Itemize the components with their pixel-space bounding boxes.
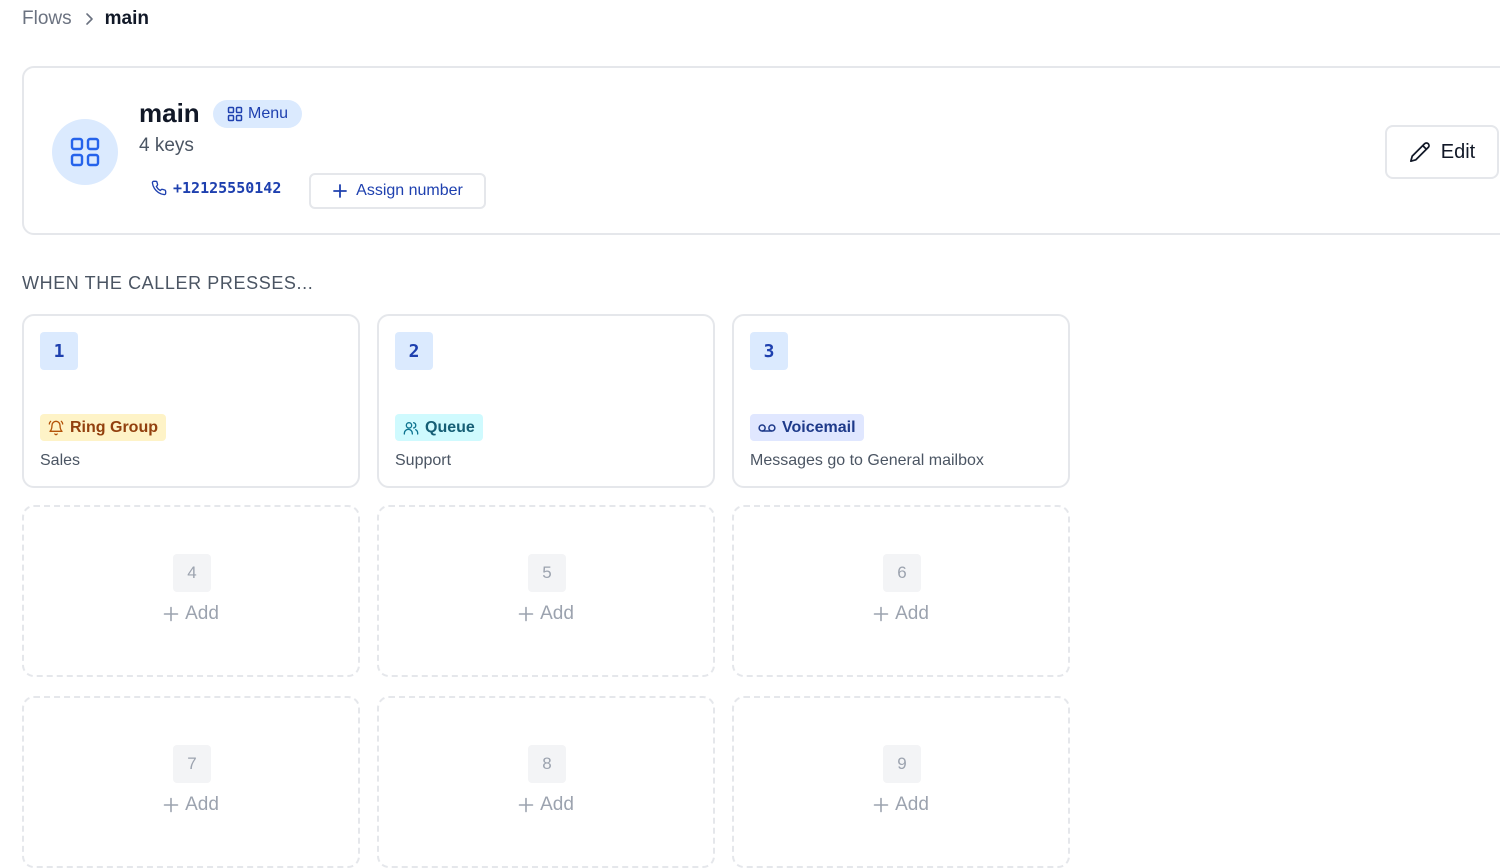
- flow-title: main: [139, 98, 200, 128]
- breadcrumb: Flows main: [22, 7, 149, 31]
- key-card-1[interactable]: 1 Ring Group Sales: [22, 314, 360, 488]
- empty-key-card-7[interactable]: 7 Add: [22, 696, 360, 868]
- destination-label: Support: [395, 452, 452, 469]
- plus-icon: [518, 797, 534, 813]
- plus-icon: [163, 797, 179, 813]
- add-key-button[interactable]: Add: [379, 794, 713, 816]
- add-label: Add: [540, 794, 574, 815]
- flow-type-badge: Menu: [213, 100, 303, 128]
- key-number: 2: [395, 332, 433, 370]
- empty-key-card-8[interactable]: 8 Add: [377, 696, 715, 868]
- breadcrumb-flows-link[interactable]: Flows: [22, 8, 72, 30]
- destination-type: Voicemail: [782, 418, 856, 436]
- phone-number-link[interactable]: +12125550142: [151, 179, 281, 197]
- key-card-3[interactable]: 3 Voicemail Messages go to General mailb…: [732, 314, 1070, 488]
- plus-icon: [518, 606, 534, 622]
- empty-key-card-6[interactable]: 6 Add: [732, 505, 1070, 677]
- destination-type: Queue: [425, 418, 475, 436]
- bell-icon: [48, 420, 64, 436]
- add-label: Add: [185, 794, 219, 815]
- add-key-button[interactable]: Add: [734, 794, 1068, 816]
- assign-number-button[interactable]: Assign number: [309, 173, 486, 209]
- add-label: Add: [185, 603, 219, 624]
- empty-key-card-5[interactable]: 5 Add: [377, 505, 715, 677]
- plus-icon: [332, 183, 348, 199]
- key-number: 8: [528, 745, 566, 783]
- key-number: 1: [40, 332, 78, 370]
- assign-number-label: Assign number: [356, 182, 463, 199]
- plus-icon: [873, 606, 889, 622]
- chevron-right-icon: [84, 12, 94, 26]
- add-key-button[interactable]: Add: [24, 603, 358, 625]
- breadcrumb-current: main: [104, 8, 149, 29]
- empty-key-card-4[interactable]: 4 Add: [22, 505, 360, 677]
- destination-type: Ring Group: [70, 418, 158, 436]
- voicemail-icon: [758, 422, 776, 434]
- add-label: Add: [895, 794, 929, 815]
- grid-icon: [227, 106, 243, 122]
- key-number: 7: [173, 745, 211, 783]
- plus-icon: [873, 797, 889, 813]
- grid-icon: [70, 137, 100, 167]
- add-label: Add: [895, 603, 929, 624]
- edit-label: Edit: [1440, 140, 1476, 163]
- key-card-2[interactable]: 2 Queue Support: [377, 314, 715, 488]
- key-number: 6: [883, 554, 921, 592]
- add-key-button[interactable]: Add: [24, 794, 358, 816]
- key-number: 4: [173, 554, 211, 592]
- destination-badge: Voicemail: [750, 414, 864, 441]
- add-key-button[interactable]: Add: [379, 603, 713, 625]
- flow-header-card: main Menu 4 keys +12125550142 Assign num…: [22, 66, 1500, 235]
- key-number: 5: [528, 554, 566, 592]
- section-heading: WHEN THE CALLER PRESSES...: [22, 273, 314, 293]
- empty-key-card-9[interactable]: 9 Add: [732, 696, 1070, 868]
- pencil-icon: [1409, 141, 1431, 163]
- add-label: Add: [540, 603, 574, 624]
- destination-badge: Ring Group: [40, 414, 166, 441]
- phone-number: +12125550142: [173, 179, 282, 197]
- add-key-button[interactable]: Add: [734, 603, 1068, 625]
- flow-avatar: [52, 119, 118, 185]
- phone-icon: [151, 180, 167, 196]
- plus-icon: [163, 606, 179, 622]
- key-number: 9: [883, 745, 921, 783]
- destination-label: Messages go to General mailbox: [750, 452, 984, 469]
- users-icon: [403, 420, 419, 436]
- key-count: 4 keys: [139, 135, 194, 156]
- destination-label: Sales: [40, 452, 81, 469]
- edit-button[interactable]: Edit: [1385, 125, 1499, 179]
- destination-badge: Queue: [395, 414, 483, 441]
- flow-type-label: Menu: [248, 105, 289, 122]
- key-number: 3: [750, 332, 788, 370]
